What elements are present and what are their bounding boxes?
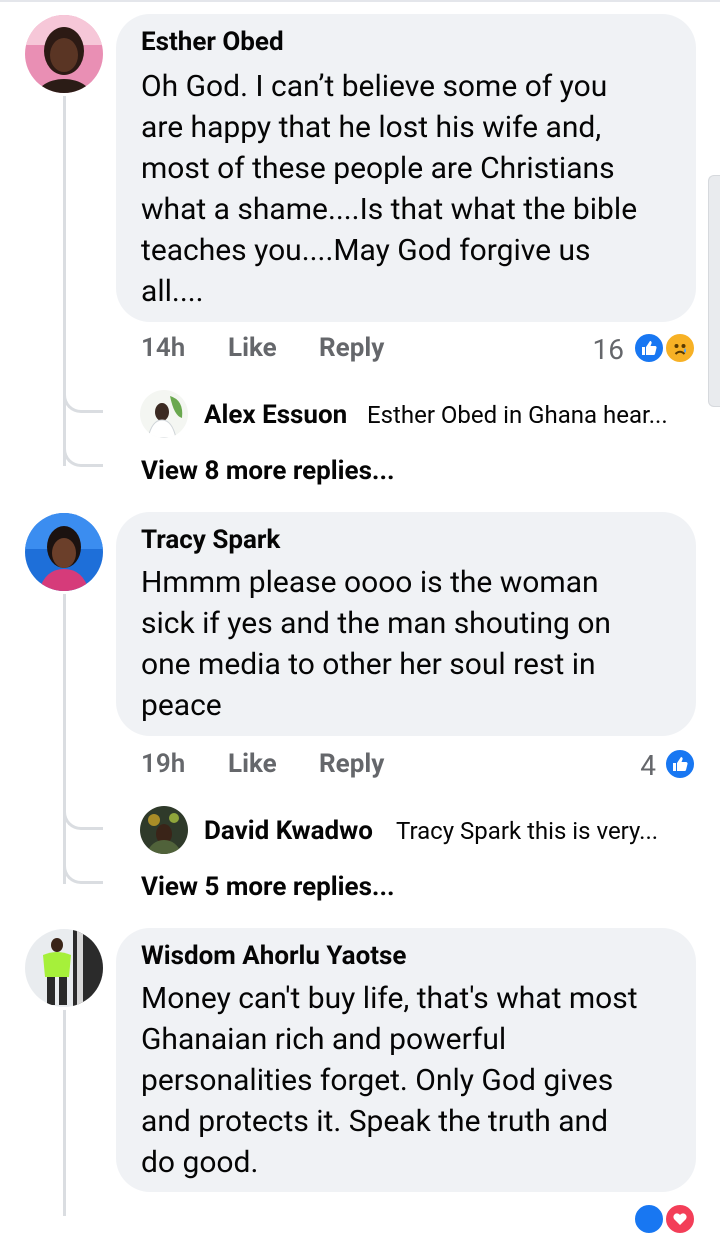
- avatar[interactable]: [25, 929, 103, 1007]
- comment-bubble[interactable]: Esther Obed Oh God. I can’t believe some…: [116, 14, 696, 322]
- reaction-count[interactable]: 4: [620, 749, 656, 782]
- comment-text-line: Money can't buy life, that's what most: [141, 981, 638, 1016]
- comment-text-line: do good.: [141, 1145, 259, 1180]
- thread-branch: [63, 810, 103, 830]
- reply-button[interactable]: Reply: [319, 749, 384, 779]
- thread-branch: [63, 393, 103, 413]
- comment-text-line: Oh God. I can’t believe some of you: [141, 69, 608, 104]
- avatar[interactable]: [140, 390, 188, 438]
- thread-line: [63, 594, 66, 884]
- comment-timestamp[interactable]: 19h: [141, 749, 185, 779]
- comment-text-line: Ghanaian rich and powerful: [141, 1022, 507, 1057]
- like-button[interactable]: Like: [228, 749, 277, 779]
- comment-text-line: are happy that he lost his wife and,: [141, 110, 602, 145]
- comment-timestamp[interactable]: 14h: [141, 333, 185, 363]
- comment-bubble[interactable]: Tracy Spark Hmmm please oooo is the woma…: [116, 512, 696, 736]
- comment-text-line: most of these people are Christians: [141, 151, 615, 186]
- comment-author[interactable]: Wisdom Ahorlu Yaotse: [141, 941, 406, 971]
- avatar[interactable]: [25, 513, 103, 591]
- thread-line: [63, 1010, 66, 1216]
- love-icon[interactable]: [664, 1203, 696, 1235]
- reply-author[interactable]: David Kwadwo: [204, 816, 373, 846]
- comment-text-line: peace: [141, 688, 222, 723]
- like-button[interactable]: Like: [228, 333, 277, 363]
- top-divider: [0, 0, 720, 2]
- thread-line: [63, 96, 66, 466]
- scrollbar[interactable]: [708, 175, 720, 407]
- comment-author[interactable]: Tracy Spark: [141, 525, 280, 555]
- comment-text-line: one media to other her soul rest in: [141, 647, 596, 682]
- comment-text-line: all....: [141, 274, 204, 309]
- comment-text-line: sick if yes and the man shouting on: [141, 606, 611, 641]
- comment-text-line: Hmmm please oooo is the woman: [141, 565, 599, 600]
- avatar[interactable]: [25, 15, 103, 93]
- view-more-replies-button[interactable]: View 5 more replies...: [141, 872, 395, 902]
- comment-bubble[interactable]: Wisdom Ahorlu Yaotse Money can't buy lif…: [116, 928, 696, 1192]
- comment-text-line: and protects it. Speak the truth and: [141, 1104, 609, 1139]
- reply-preview-text[interactable]: Tracy Spark this is very...: [396, 817, 658, 845]
- comment-text-line: personalities forget. Only God gives: [141, 1063, 614, 1098]
- comment-text-line: teaches you....May God forgive us: [141, 233, 591, 268]
- thread-branch: [63, 864, 103, 884]
- avatar[interactable]: [140, 806, 188, 854]
- like-icon[interactable]: [664, 748, 696, 780]
- reply-preview-text[interactable]: Esther Obed in Ghana hear...: [367, 401, 668, 429]
- view-more-replies-button[interactable]: View 8 more replies...: [141, 456, 395, 486]
- reaction-count[interactable]: 16: [588, 333, 624, 366]
- reply-author[interactable]: Alex Essuon: [204, 400, 347, 430]
- like-icon[interactable]: [633, 1203, 665, 1235]
- thread-branch: [63, 447, 103, 467]
- sad-icon[interactable]: [664, 332, 696, 364]
- comment-text-line: what a shame....Is that what the bible: [141, 192, 638, 227]
- reply-button[interactable]: Reply: [319, 333, 384, 363]
- like-icon[interactable]: [633, 332, 665, 364]
- comment-author[interactable]: Esther Obed: [141, 27, 284, 57]
